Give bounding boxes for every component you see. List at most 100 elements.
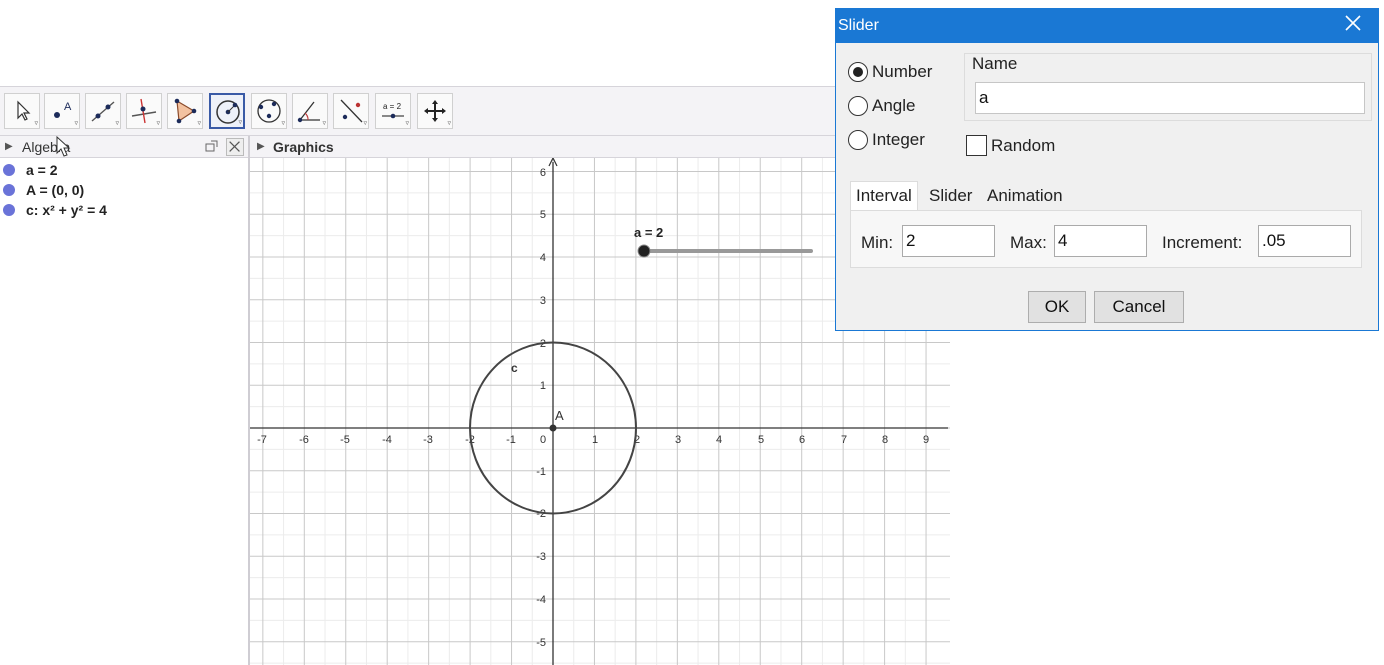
y-tick-label: -1 bbox=[536, 466, 546, 478]
name-group: Name bbox=[964, 53, 1372, 121]
circle-center-tool-button[interactable]: ▿ bbox=[209, 93, 245, 129]
point-tool-button[interactable]: A ▿ bbox=[44, 93, 80, 129]
circle-label: c bbox=[511, 361, 518, 375]
circle-three-points-icon bbox=[257, 99, 281, 123]
point-icon: A bbox=[54, 101, 72, 118]
slider-dialog: Slider Number Angle Integer Name Random … bbox=[835, 8, 1379, 331]
polygon-tool-button[interactable]: ▿ bbox=[167, 93, 203, 129]
algebra-item-text: c: x² + y² = 4 bbox=[26, 202, 107, 218]
random-label: Random bbox=[991, 136, 1056, 155]
y-tick-label: 6 bbox=[540, 167, 546, 179]
reflect-icon bbox=[340, 99, 363, 123]
random-checkbox[interactable] bbox=[966, 135, 987, 156]
max-input[interactable] bbox=[1054, 225, 1147, 257]
x-tick-label: -6 bbox=[299, 434, 309, 446]
mouse-cursor-icon bbox=[56, 136, 71, 157]
slider-tool-button[interactable]: a = 2 ▿ bbox=[375, 93, 411, 129]
list-item[interactable]: A = (0, 0) bbox=[0, 180, 248, 200]
undock-icon[interactable] bbox=[205, 139, 219, 153]
x-tick-label: 1 bbox=[592, 434, 598, 446]
angle-tool-button[interactable]: ▿ bbox=[292, 93, 328, 129]
slider-handle[interactable] bbox=[637, 244, 651, 258]
line-tool-button[interactable]: ▿ bbox=[85, 93, 121, 129]
x-tick-label: 8 bbox=[882, 434, 888, 446]
radio-integer[interactable]: Integer bbox=[848, 128, 958, 152]
increment-label: Increment: bbox=[1162, 233, 1243, 252]
min-label: Min: bbox=[861, 233, 894, 252]
radio-button[interactable] bbox=[848, 130, 868, 150]
y-tick-label: 3 bbox=[540, 295, 546, 307]
radio-button[interactable] bbox=[848, 62, 868, 82]
move-graphics-tool-button[interactable]: ▿ bbox=[417, 93, 453, 129]
tab-interval[interactable]: Interval bbox=[850, 181, 918, 211]
perpendicular-line-icon bbox=[131, 98, 157, 124]
radio-number[interactable]: Number bbox=[848, 60, 958, 84]
x-tick-label: -4 bbox=[382, 434, 392, 446]
dialog-close-button[interactable] bbox=[1344, 14, 1362, 38]
slider-icon: a = 2 bbox=[382, 102, 404, 119]
name-label: Name bbox=[972, 54, 1018, 73]
list-item[interactable]: a = 2 bbox=[0, 160, 248, 180]
x-tick-label: 3 bbox=[675, 434, 681, 446]
dialog-title: Slider bbox=[838, 17, 879, 34]
x-tick-label: 5 bbox=[758, 434, 764, 446]
increment-input[interactable] bbox=[1258, 225, 1351, 257]
y-tick-label: -5 bbox=[536, 637, 546, 649]
x-tick-label: -1 bbox=[506, 434, 516, 446]
move-graphics-icon bbox=[424, 100, 446, 122]
radio-angle[interactable]: Angle bbox=[848, 94, 958, 118]
min-input[interactable] bbox=[902, 225, 995, 257]
close-algebra-button[interactable] bbox=[226, 138, 244, 156]
dialog-titlebar[interactable]: Slider bbox=[836, 9, 1378, 43]
x-tick-label: 0 bbox=[540, 434, 546, 446]
x-tick-label: 4 bbox=[716, 434, 722, 446]
y-tick-label: 4 bbox=[540, 252, 546, 264]
ok-button[interactable]: OK bbox=[1028, 291, 1086, 323]
line-icon bbox=[91, 101, 115, 122]
collapse-triangle-icon[interactable]: ▶ bbox=[257, 141, 265, 152]
close-icon bbox=[1345, 15, 1361, 31]
radio-label: Number bbox=[872, 62, 933, 81]
circle-three-points-tool-button[interactable]: ▿ bbox=[251, 93, 287, 129]
tab-animation[interactable]: Animation bbox=[981, 181, 1069, 211]
visibility-toggle-icon[interactable] bbox=[3, 164, 15, 176]
name-input[interactable] bbox=[975, 82, 1365, 114]
x-tick-label: 7 bbox=[841, 434, 847, 446]
algebra-header: ▶ Algebra bbox=[0, 136, 248, 158]
point-label: A bbox=[555, 408, 564, 423]
algebra-item-text: a = 2 bbox=[26, 162, 58, 178]
x-tick-label: 6 bbox=[799, 434, 805, 446]
max-label: Max: bbox=[1010, 233, 1047, 252]
move-tool-button[interactable]: ▿ bbox=[4, 93, 40, 129]
tab-slider[interactable]: Slider bbox=[923, 181, 978, 211]
slider-label: a = 2 bbox=[634, 225, 663, 240]
close-icon bbox=[229, 141, 240, 152]
toolbar: ▿ A ▿ ▿ ▿ ▿ ▿ ▿ ▿ ▿ a = 2 ▿ ▿ bbox=[0, 86, 950, 136]
y-tick-label: -4 bbox=[536, 594, 546, 606]
interval-panel: Min: Max: Increment: bbox=[850, 210, 1362, 268]
algebra-list: a = 2 A = (0, 0) c: x² + y² = 4 bbox=[0, 160, 248, 220]
svg-text:A: A bbox=[64, 101, 72, 113]
y-tick-label: -3 bbox=[536, 551, 546, 563]
radio-button[interactable] bbox=[848, 96, 868, 116]
x-tick-label: -5 bbox=[340, 434, 350, 446]
radio-label: Integer bbox=[872, 130, 925, 149]
visibility-toggle-icon[interactable] bbox=[3, 184, 15, 196]
radio-label: Angle bbox=[872, 96, 916, 115]
perpendicular-tool-button[interactable]: ▿ bbox=[126, 93, 162, 129]
y-tick-label: 5 bbox=[540, 209, 546, 221]
cancel-button[interactable]: Cancel bbox=[1094, 291, 1184, 323]
list-item[interactable]: c: x² + y² = 4 bbox=[0, 200, 248, 220]
angle-icon bbox=[297, 101, 320, 123]
move-arrow-icon bbox=[17, 100, 31, 121]
visibility-toggle-icon[interactable] bbox=[3, 204, 15, 216]
polygon-icon bbox=[174, 98, 197, 124]
x-tick-label: -7 bbox=[257, 434, 267, 446]
y-tick-label: 1 bbox=[540, 380, 546, 392]
point-a[interactable] bbox=[549, 424, 557, 432]
collapse-triangle-icon[interactable]: ▶ bbox=[5, 141, 13, 152]
svg-text:a = 2: a = 2 bbox=[383, 102, 402, 111]
algebra-item-text: A = (0, 0) bbox=[26, 182, 85, 198]
reflect-tool-button[interactable]: ▿ bbox=[333, 93, 369, 129]
x-tick-label: 9 bbox=[923, 434, 929, 446]
